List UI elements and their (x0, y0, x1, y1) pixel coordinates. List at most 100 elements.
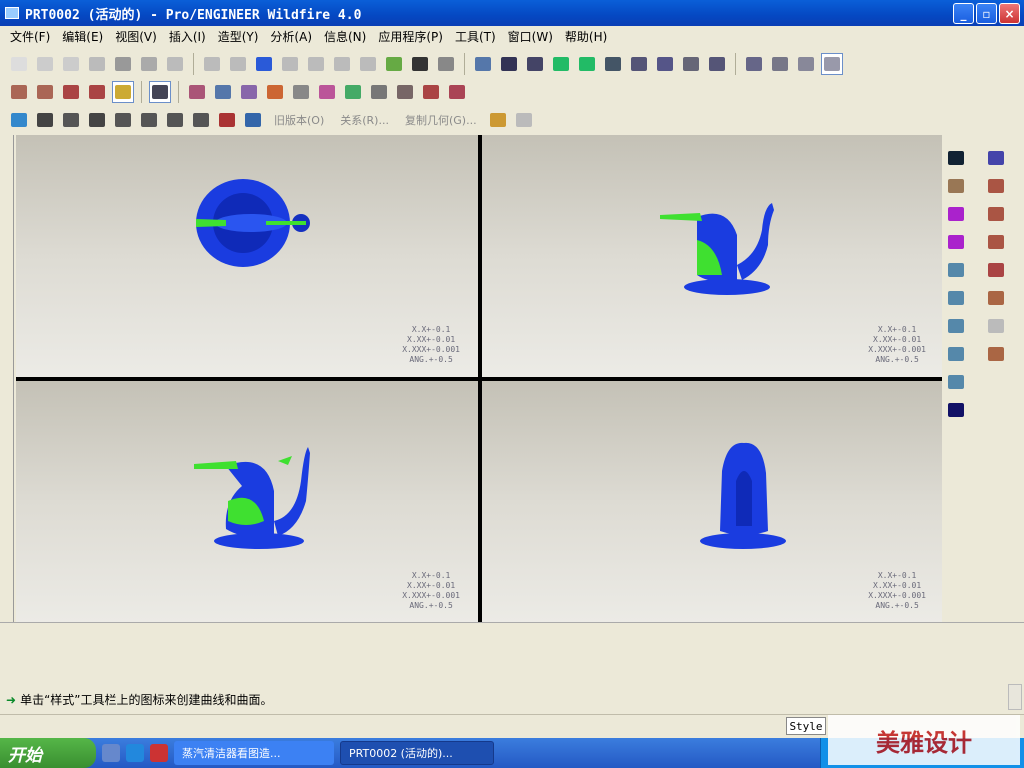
save-icon[interactable] (60, 53, 82, 75)
edit-curve-icon[interactable] (944, 231, 968, 253)
style-sketch-icon[interactable] (149, 81, 171, 103)
paste-icon[interactable] (331, 53, 353, 75)
menu-edit[interactable]: 编辑(E) (56, 28, 109, 45)
style-tool-icon[interactable] (8, 109, 30, 131)
reorient-icon[interactable] (628, 53, 650, 75)
viewport-back[interactable]: X.X+-0.1 X.XX+-0.01 X.XXX+-0.001 ANG.+-0.5 (482, 381, 944, 623)
csys-display-icon[interactable] (86, 81, 108, 103)
accept-icon[interactable] (242, 109, 264, 131)
cos-curve-icon[interactable] (984, 287, 1008, 309)
cut-icon[interactable] (279, 53, 301, 75)
task-proe[interactable]: PRT0002 (活动的)... (340, 741, 494, 765)
menu-view[interactable]: 视图(V) (109, 28, 163, 45)
drop-curve-icon[interactable] (984, 259, 1008, 281)
connect-surface-icon[interactable] (944, 287, 968, 309)
menu-applications[interactable]: 应用程序(P) (372, 28, 449, 45)
note-icon[interactable] (190, 109, 212, 131)
datum-plane-display-icon[interactable] (8, 81, 30, 103)
delete-all-analysis-icon[interactable] (446, 81, 468, 103)
shrinkwrap-icon[interactable] (513, 109, 535, 131)
print-icon[interactable] (112, 53, 134, 75)
redo-icon[interactable] (227, 53, 249, 75)
refit-icon[interactable] (602, 53, 624, 75)
close-button[interactable]: × (999, 3, 1020, 24)
section-analysis-icon[interactable] (212, 81, 234, 103)
curve-analysis-icon[interactable] (186, 81, 208, 103)
layers-icon[interactable] (680, 53, 702, 75)
close-window-icon[interactable] (216, 109, 238, 131)
arc-icon[interactable] (984, 231, 1008, 253)
select-icon[interactable] (944, 147, 968, 169)
curve-edit-icon[interactable] (984, 147, 1008, 169)
selection-filter-icon[interactable] (435, 53, 457, 75)
browser-icon[interactable] (126, 744, 144, 762)
section-icon[interactable] (60, 109, 82, 131)
viewport-front[interactable]: X.X+-0.1 X.XX+-0.01 X.XXX+-0.001 ANG.+-0.5 (16, 381, 478, 623)
trim-surface-icon[interactable] (944, 315, 968, 337)
minimize-button[interactable]: _ (953, 3, 974, 24)
dimension-icon[interactable] (164, 109, 186, 131)
save-copy-icon[interactable] (86, 53, 108, 75)
regen-manager-icon[interactable] (383, 53, 405, 75)
offset-analysis-icon[interactable] (238, 81, 260, 103)
paste-special-icon[interactable] (357, 53, 379, 75)
app-icon-red[interactable] (150, 744, 168, 762)
gaussian-curvature-icon[interactable] (264, 81, 286, 103)
new-icon[interactable] (8, 53, 30, 75)
open-icon[interactable] (34, 53, 56, 75)
menu-style[interactable]: 造型(Y) (212, 28, 265, 45)
publish-geometry-icon[interactable] (487, 109, 509, 131)
email-icon[interactable] (138, 53, 160, 75)
message-scrollbar[interactable] (1008, 684, 1022, 710)
relations-button[interactable]: 关系(R)... (340, 112, 389, 128)
start-button[interactable]: 开始 (0, 738, 96, 768)
desktop-icon[interactable] (102, 744, 120, 762)
hidden-line-icon[interactable] (769, 53, 791, 75)
chain-icon[interactable] (984, 343, 1008, 365)
circle-icon[interactable] (984, 203, 1008, 225)
wireframe-icon[interactable] (743, 53, 765, 75)
active-plane-icon[interactable] (944, 175, 968, 197)
copy-geometry-button[interactable]: 复制几何(G)... (405, 112, 477, 128)
create-curve-icon[interactable] (944, 203, 968, 225)
copy-icon[interactable] (305, 53, 327, 75)
mass-properties-icon[interactable] (138, 109, 160, 131)
no-hidden-icon[interactable] (795, 53, 817, 75)
find-icon[interactable] (409, 53, 431, 75)
saved-views-icon[interactable] (654, 53, 676, 75)
undo-icon[interactable] (201, 53, 223, 75)
dihedral-analysis-icon[interactable] (368, 81, 390, 103)
filter-style-box[interactable]: Style (786, 717, 826, 735)
menu-file[interactable]: 文件(F) (4, 28, 56, 45)
view-manager-icon[interactable] (706, 53, 728, 75)
viewport-right[interactable]: X.X+-0.1 X.XX+-0.01 X.XXX+-0.001 ANG.+-0.5 (482, 135, 944, 377)
surface-edit-icon[interactable] (944, 343, 968, 365)
regenerate-icon[interactable] (253, 53, 275, 75)
draft-analysis-icon[interactable] (316, 81, 338, 103)
menu-help[interactable]: 帮助(H) (559, 28, 613, 45)
surface-icon[interactable] (944, 259, 968, 281)
menu-tools[interactable]: 工具(T) (449, 28, 502, 45)
offset-curve-icon[interactable] (984, 315, 1008, 337)
datum-axis-display-icon[interactable] (34, 81, 56, 103)
menu-analysis[interactable]: 分析(A) (264, 28, 318, 45)
xsec-icon[interactable] (86, 109, 108, 131)
delete-analysis-icon[interactable] (420, 81, 442, 103)
legacy-button[interactable]: 旧版本(O) (274, 112, 324, 128)
done-check-icon[interactable] (944, 399, 968, 421)
menu-window[interactable]: 窗口(W) (502, 28, 559, 45)
maximize-button[interactable]: ▫ (976, 3, 997, 24)
zoom-out-icon[interactable] (576, 53, 598, 75)
task-firefox[interactable]: 蒸汽清洁器看图造... (174, 741, 334, 765)
viewport-top[interactable]: X.X+-0.1 X.XX+-0.01 X.XXX+-0.001 ANG.+-0.5 (16, 135, 478, 377)
graphics-window[interactable]: X.X+-0.1 X.XX+-0.01 X.XXX+-0.001 ANG.+-0.5 … (16, 135, 944, 623)
internal-plane-icon[interactable] (984, 175, 1008, 197)
surface-analysis-icon[interactable] (944, 371, 968, 393)
hatch-analysis-icon[interactable] (394, 81, 416, 103)
measure-icon[interactable] (112, 109, 134, 131)
annotation-display-icon[interactable] (112, 81, 134, 103)
shading-icon[interactable] (821, 53, 843, 75)
repaint-icon[interactable] (472, 53, 494, 75)
zoom-in-icon[interactable] (550, 53, 572, 75)
menu-insert[interactable]: 插入(I) (163, 28, 212, 45)
